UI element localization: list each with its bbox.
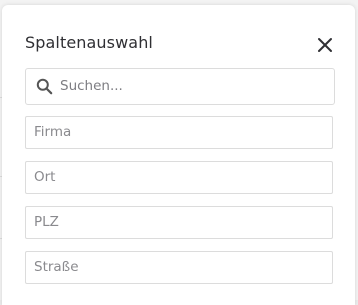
search-field [25, 68, 335, 105]
close-button[interactable] [314, 34, 336, 56]
dialog-title: Spaltenauswahl [25, 33, 153, 52]
search-icon [36, 78, 53, 95]
column-option-plz[interactable]: PLZ [25, 206, 333, 239]
column-option-label: Straße [34, 259, 79, 275]
column-option-label: Firma [34, 124, 72, 140]
column-option-label: PLZ [34, 214, 59, 230]
search-input[interactable] [60, 70, 328, 102]
column-option-label: Ort [34, 169, 56, 185]
column-selection-dialog: Spaltenauswahl Firma Ort PLZ Straße [2, 5, 355, 305]
column-option-ort[interactable]: Ort [25, 161, 333, 194]
column-option-strasse[interactable]: Straße [25, 251, 333, 284]
close-icon [318, 38, 332, 52]
column-option-firma[interactable]: Firma [25, 116, 333, 149]
